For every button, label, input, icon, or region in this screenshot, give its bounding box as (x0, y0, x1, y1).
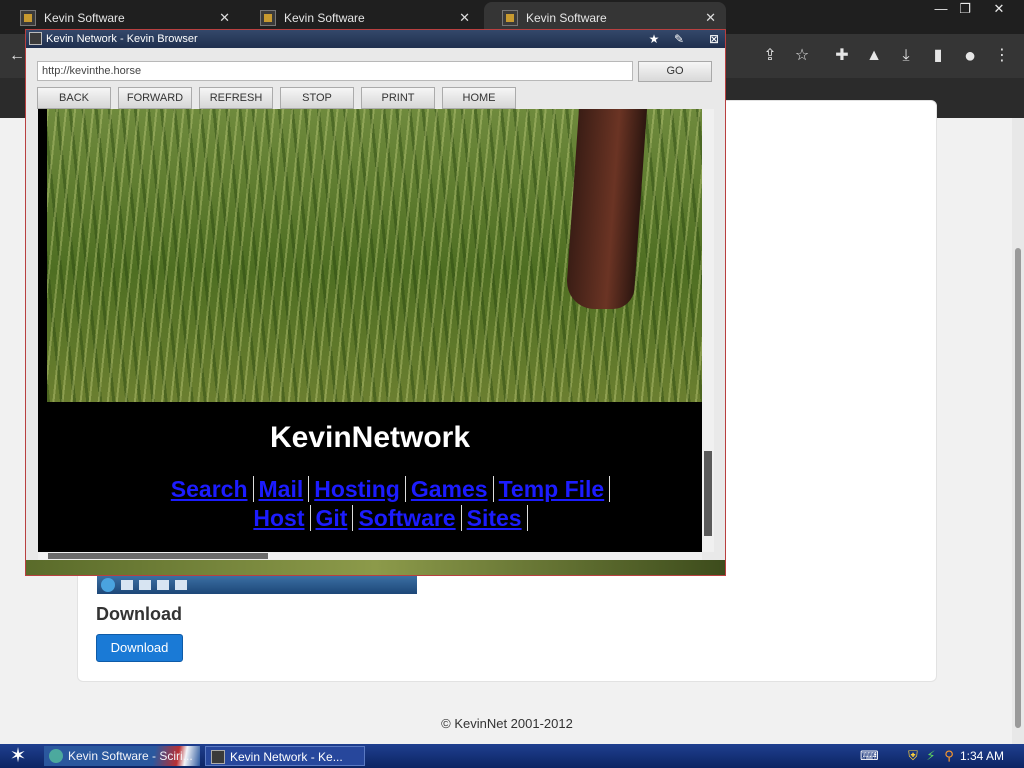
kevin-icon (175, 580, 187, 590)
download-icon[interactable]: ⤓ (895, 46, 917, 66)
address-input[interactable] (37, 61, 633, 81)
start-button[interactable]: ✶ (6, 745, 30, 767)
go-button[interactable]: GO (638, 61, 712, 82)
close-icon[interactable]: ⊠ (705, 31, 723, 47)
link-host[interactable]: Host (248, 505, 311, 531)
screenshot-thumbnail (97, 576, 417, 594)
share-icon[interactable]: ⇪ (759, 46, 781, 66)
link-games[interactable]: Games (406, 476, 494, 502)
forward-button[interactable]: FORWARD (118, 87, 192, 109)
tab-close-icon[interactable]: ✕ (705, 10, 716, 26)
task-label: Kevin Network - Ke... (230, 750, 343, 764)
scrollbar-thumb[interactable] (48, 553, 268, 559)
link-mail[interactable]: Mail (254, 476, 310, 502)
profile-icon[interactable]: ● (959, 46, 981, 66)
shield-icon[interactable]: ⛨ (905, 748, 921, 764)
task-label: Kevin Software - Sciri... (68, 749, 193, 763)
kevin-horizontal-scrollbar[interactable] (38, 552, 702, 560)
page-scrollbar[interactable] (1012, 118, 1024, 744)
labs-icon[interactable]: ▲ (863, 46, 885, 66)
scrollbar-thumb[interactable] (704, 451, 712, 536)
tab-label: Kevin Software (284, 11, 365, 25)
star-icon[interactable]: ★ (645, 31, 663, 47)
kevin-browser-titlebar[interactable]: Kevin Network - Kevin Browser ★ ✎ ⊠ (26, 30, 725, 48)
site-nav-links: Search Mail Hosting Games Temp File Host Git S… (138, 475, 638, 533)
link-temp-file[interactable]: Temp File (494, 476, 611, 502)
window-close-button[interactable]: ✕ (982, 0, 1016, 18)
kevin-browser-viewport: KevinNetwork Search Mail Hosting Games Temp … (38, 109, 702, 552)
link-search[interactable]: Search (166, 476, 254, 502)
link-git[interactable]: Git (311, 505, 354, 531)
taskbar-clock: 1:34 AM (960, 749, 1005, 763)
extensions-icon[interactable]: ✚ (831, 46, 853, 66)
refresh-button[interactable]: REFRESH (199, 87, 273, 109)
tab-label: Kevin Software (44, 11, 125, 25)
link-hosting[interactable]: Hosting (309, 476, 406, 502)
star-icon[interactable]: ☆ (791, 46, 813, 66)
windows-orb-icon (101, 578, 115, 592)
tab-close-icon[interactable]: ✕ (219, 10, 230, 26)
link-software[interactable]: Software (353, 505, 462, 531)
taskbar-item-kevin-network[interactable]: Kevin Network - Ke... (205, 746, 365, 766)
stop-button[interactable]: STOP (280, 87, 354, 109)
keyboard-icon[interactable]: ⌨ (860, 748, 879, 764)
tab-label: Kevin Software (526, 11, 607, 25)
edit-icon[interactable]: ✎ (670, 31, 688, 47)
window-restore-button[interactable]: ❐ (948, 0, 982, 18)
home-button[interactable]: HOME (442, 87, 516, 109)
back-button[interactable]: BACK (37, 87, 111, 109)
kevin-browser-window: Kevin Network - Kevin Browser ★ ✎ ⊠ GO B… (25, 29, 726, 576)
scrollbar-thumb[interactable] (1015, 248, 1021, 728)
kevin-favicon-icon (29, 32, 42, 45)
download-button[interactable]: Download (96, 634, 183, 662)
media-icon (157, 580, 169, 590)
windows-taskbar: ✶ Kevin Software - Sciri... Kevin Networ… (0, 744, 1024, 768)
ie-icon (121, 580, 133, 590)
side-panel-icon[interactable]: ▮ (927, 46, 949, 66)
footer-copyright: © KevinNet 2001-2012 (441, 716, 573, 731)
download-heading: Download (96, 604, 182, 624)
folder-icon (139, 580, 151, 590)
kevin-vertical-scrollbar[interactable] (702, 109, 714, 552)
print-button[interactable]: PRINT (361, 87, 435, 109)
window-title: Kevin Network - Kevin Browser (46, 33, 198, 45)
menu-icon[interactable]: ⋮ (991, 46, 1013, 66)
kevin-favicon-icon (260, 10, 276, 26)
horse-leg-photo (565, 109, 647, 309)
kevin-favicon-icon (502, 10, 518, 26)
kevin-favicon-icon (20, 10, 36, 26)
browser-icon (49, 749, 63, 763)
grass-strip (26, 560, 725, 575)
link-sites[interactable]: Sites (462, 505, 528, 531)
kevin-favicon-icon (211, 750, 225, 764)
tab-close-icon[interactable]: ✕ (459, 10, 470, 26)
search-icon[interactable]: ⚲ (941, 748, 957, 764)
site-title: KevinNetwork (269, 421, 471, 454)
taskbar-item-kevin-software[interactable]: Kevin Software - Sciri... (44, 746, 200, 766)
network-icon[interactable]: ⚡ (923, 748, 939, 764)
